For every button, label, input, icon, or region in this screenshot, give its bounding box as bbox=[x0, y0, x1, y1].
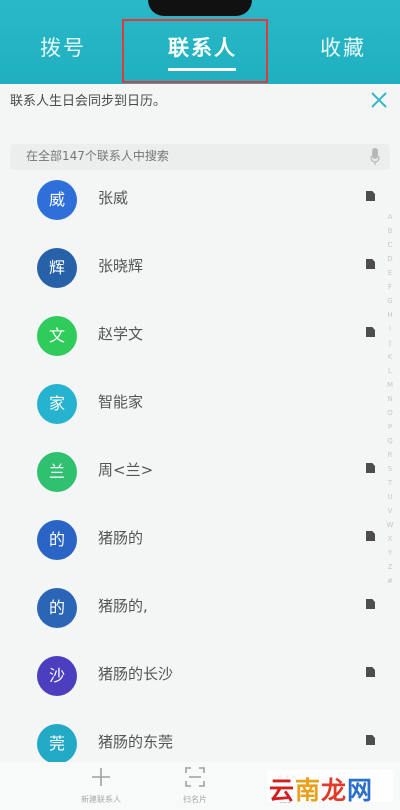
contact-name: 赵学文 bbox=[98, 325, 144, 343]
index-letter[interactable]: A bbox=[384, 210, 396, 224]
index-letter[interactable]: T bbox=[384, 476, 396, 490]
watermark-char: 网 bbox=[347, 776, 374, 805]
contact-row[interactable]: 兰 周<兰> bbox=[0, 442, 400, 508]
watermark-logo: 云南龙网 bbox=[267, 770, 393, 805]
sim-card-icon bbox=[366, 599, 375, 609]
contact-name: 猪肠的, bbox=[98, 597, 148, 615]
search-input[interactable] bbox=[24, 148, 348, 164]
contact-name: 张晓辉 bbox=[98, 257, 144, 275]
contact-name: 周<兰> bbox=[98, 461, 154, 479]
index-letter[interactable]: O bbox=[384, 406, 396, 420]
contact-name: 智能家 bbox=[98, 393, 144, 411]
sim-card-icon bbox=[366, 735, 375, 745]
index-letter[interactable]: R bbox=[384, 448, 396, 462]
index-letter[interactable]: V bbox=[384, 504, 396, 518]
sim-card-icon bbox=[366, 667, 375, 677]
index-letter[interactable]: K bbox=[384, 350, 396, 364]
plus-icon bbox=[92, 768, 110, 786]
contact-row[interactable]: 威 张威 bbox=[0, 170, 400, 236]
sim-card-icon bbox=[366, 191, 375, 201]
notice-text: 联系人生日会同步到日历。 bbox=[10, 94, 167, 109]
mic-icon[interactable] bbox=[370, 148, 380, 166]
avatar: 的 bbox=[37, 588, 77, 628]
index-letter[interactable]: G bbox=[384, 294, 396, 308]
index-letter[interactable]: B bbox=[384, 224, 396, 238]
avatar: 文 bbox=[37, 316, 77, 356]
close-icon[interactable] bbox=[366, 86, 392, 116]
index-letter[interactable]: L bbox=[384, 364, 396, 378]
alphabet-index[interactable]: A B C D E F G H I J K L M N O P Q R S T U V W X Y Z # bbox=[384, 210, 396, 770]
index-letter[interactable]: J bbox=[384, 336, 396, 350]
avatar: 家 bbox=[37, 384, 77, 424]
avatar: 莞 bbox=[37, 724, 77, 764]
contact-name: 猪肠的长沙 bbox=[98, 665, 174, 683]
index-letter[interactable]: C bbox=[384, 238, 396, 252]
scan-card-label: 扫名片 bbox=[183, 795, 207, 804]
sim-card-icon bbox=[366, 259, 375, 269]
scan-card-button[interactable]: 扫名片 bbox=[160, 766, 230, 805]
tab-favorites[interactable]: 收藏 bbox=[320, 32, 366, 62]
watermark-char: 龙 bbox=[321, 776, 348, 805]
index-letter[interactable]: P bbox=[384, 420, 396, 434]
index-letter[interactable]: H bbox=[384, 308, 396, 322]
contact-name: 猪肠的 bbox=[98, 529, 144, 547]
avatar: 威 bbox=[37, 180, 77, 220]
contact-row[interactable]: 辉 张晓辉 bbox=[0, 238, 400, 304]
index-letter[interactable]: Z bbox=[384, 560, 396, 574]
index-letter[interactable]: N bbox=[384, 392, 396, 406]
watermark-char: 南 bbox=[295, 776, 322, 805]
avatar: 沙 bbox=[37, 656, 77, 696]
new-contact-label: 新建联系人 bbox=[81, 795, 121, 804]
index-letter[interactable]: I bbox=[384, 322, 396, 336]
avatar: 辉 bbox=[37, 248, 77, 288]
index-letter[interactable]: U bbox=[384, 490, 396, 504]
contact-row[interactable]: 的 猪肠的 bbox=[0, 510, 400, 576]
search-bar[interactable] bbox=[10, 144, 390, 170]
index-letter[interactable]: W bbox=[384, 518, 396, 532]
index-letter[interactable]: X bbox=[384, 532, 396, 546]
avatar: 兰 bbox=[37, 452, 77, 492]
highlight-box bbox=[122, 19, 268, 83]
sim-card-icon bbox=[366, 531, 375, 541]
sim-card-icon bbox=[366, 463, 375, 473]
watermark-char: 云 bbox=[269, 776, 296, 805]
scan-icon bbox=[185, 767, 205, 787]
contact-name: 猪肠的东莞 bbox=[98, 733, 174, 751]
index-letter[interactable]: E bbox=[384, 266, 396, 280]
index-letter[interactable]: F bbox=[384, 280, 396, 294]
top-header: 拨号 联系人 收藏 bbox=[0, 0, 400, 84]
new-contact-button[interactable]: 新建联系人 bbox=[66, 766, 136, 805]
index-letter[interactable]: S bbox=[384, 462, 396, 476]
birthday-sync-notice: 联系人生日会同步到日历。 bbox=[0, 84, 400, 118]
contact-name: 张威 bbox=[98, 189, 129, 207]
contact-row[interactable]: 沙 猪肠的长沙 bbox=[0, 646, 400, 712]
index-letter[interactable]: Q bbox=[384, 434, 396, 448]
camera-notch bbox=[148, 0, 252, 16]
index-letter[interactable]: M bbox=[384, 378, 396, 392]
contact-row[interactable]: 的 猪肠的, bbox=[0, 578, 400, 644]
index-letter[interactable]: Y bbox=[384, 546, 396, 560]
tab-dial[interactable]: 拨号 bbox=[40, 32, 86, 62]
contact-row[interactable]: 家 智能家 bbox=[0, 374, 400, 440]
sim-card-icon bbox=[366, 327, 375, 337]
avatar: 的 bbox=[37, 520, 77, 560]
index-letter[interactable]: # bbox=[384, 574, 396, 588]
contact-row[interactable]: 文 赵学文 bbox=[0, 306, 400, 372]
index-letter[interactable]: D bbox=[384, 252, 396, 266]
watermark-text: 云南龙网 bbox=[269, 771, 373, 807]
